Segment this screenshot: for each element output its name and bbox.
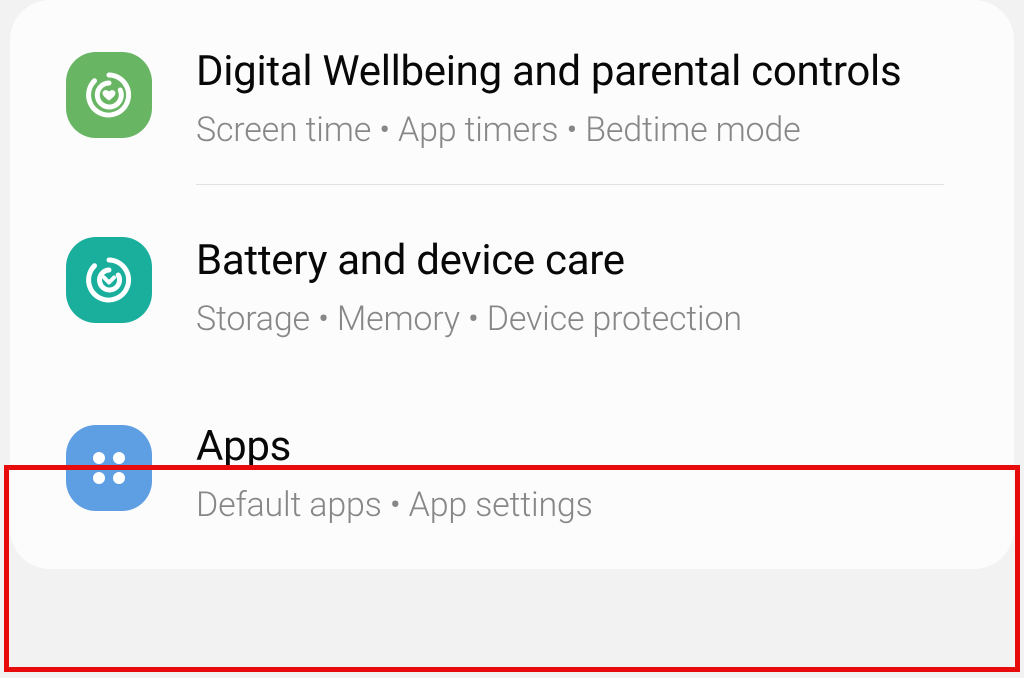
settings-item-title: Digital Wellbeing and parental controls: [196, 46, 958, 99]
apps-icon: [66, 425, 152, 511]
settings-item-text: Apps Default apps • App settings: [152, 419, 958, 529]
settings-item-subtitle: Storage • Memory • Device protection: [196, 296, 958, 344]
settings-item-title: Battery and device care: [196, 235, 958, 288]
settings-item-apps[interactable]: Apps Default apps • App settings: [10, 389, 1014, 539]
settings-item-text: Battery and device care Storage • Memory…: [152, 231, 958, 343]
settings-item-subtitle: Default apps • App settings: [196, 482, 958, 530]
settings-item-subtitle: Screen time • App timers • Bedtime mode: [196, 107, 958, 155]
settings-item-device-care[interactable]: Battery and device care Storage • Memory…: [10, 185, 1014, 389]
settings-item-title: Apps: [196, 421, 958, 474]
settings-item-digital-wellbeing[interactable]: Digital Wellbeing and parental controls …: [10, 46, 1014, 184]
device-care-icon: [66, 237, 152, 323]
settings-item-text: Digital Wellbeing and parental controls …: [152, 46, 958, 154]
settings-list-card: Digital Wellbeing and parental controls …: [10, 0, 1014, 569]
wellbeing-icon: [66, 52, 152, 138]
